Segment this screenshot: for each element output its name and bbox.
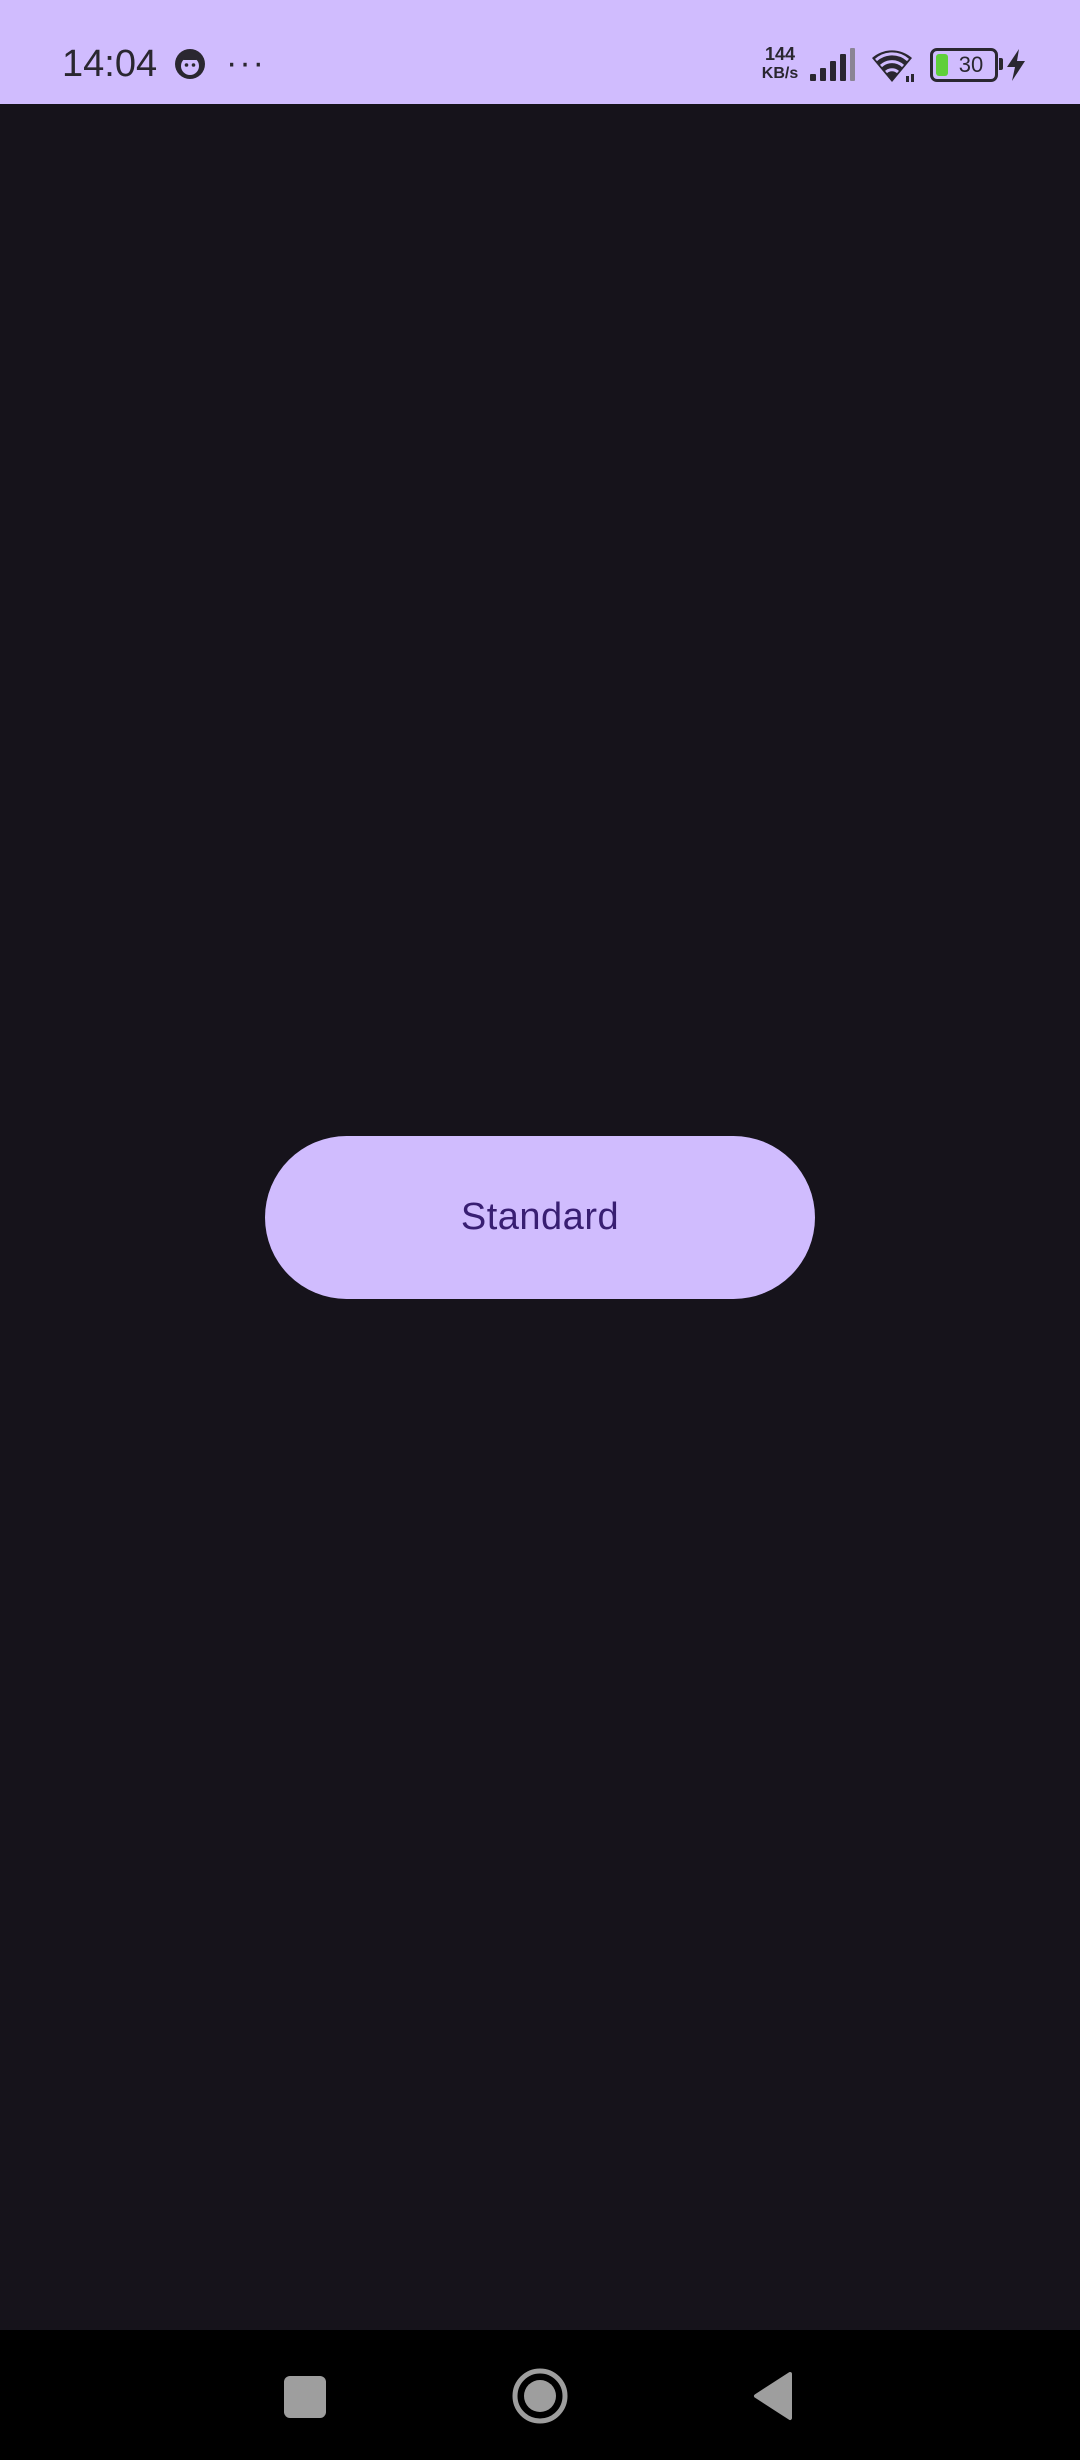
standard-button[interactable]: Standard [265, 1136, 815, 1299]
screen: 14:04 ··· 144 KB/s 30 Standard [0, 0, 1080, 2460]
battery-icon: 30 [930, 48, 1003, 82]
network-speed-unit: KB/s [761, 65, 799, 82]
wifi-icon [872, 50, 914, 82]
charging-icon [1007, 49, 1025, 81]
more-dots-icon: ··· [226, 44, 266, 82]
status-time: 14:04 [62, 43, 158, 85]
network-speed-value: 144 [764, 44, 796, 64]
signal-icon [810, 48, 855, 81]
navigation-bar [0, 2330, 1080, 2460]
network-speed: 144 KB/s [758, 44, 802, 84]
battery-level: 30 [958, 52, 984, 77]
recents-icon[interactable] [284, 2376, 326, 2418]
back-icon[interactable] [750, 2370, 796, 2422]
notification-face-icon [175, 49, 205, 79]
status-bar: 14:04 ··· 144 KB/s 30 [0, 0, 1080, 104]
battery-body: 30 [930, 48, 998, 82]
home-icon[interactable] [510, 2366, 570, 2426]
battery-tip [999, 58, 1003, 70]
